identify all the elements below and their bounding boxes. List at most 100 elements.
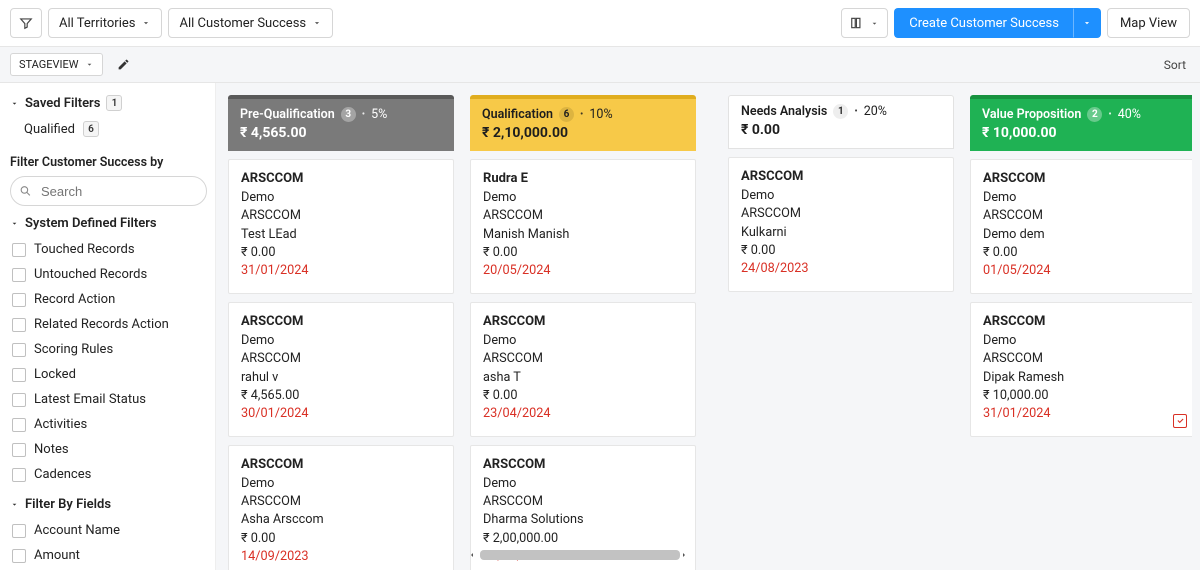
create-customer-success-caret[interactable] [1073, 8, 1101, 38]
card-sub1: Demo [483, 475, 683, 493]
column-header[interactable]: Needs Analysis1•20%₹ 0.00 [728, 95, 954, 149]
filter-checkbox-row[interactable]: Cadences [10, 462, 207, 487]
create-customer-success-label: Create Customer Success [909, 16, 1059, 31]
card-sub2: ARSCCOM [983, 207, 1183, 225]
kanban-column: Pre-Qualification3•5%₹ 4,565.00ARSCCOMDe… [228, 95, 454, 570]
kanban-card[interactable]: ARSCCOMDemoARSCCOMAsha Arsccom₹ 0.0014/0… [228, 445, 454, 570]
card-sub2: ARSCCOM [241, 207, 441, 225]
card-title: ARSCCOM [983, 170, 1183, 189]
columns-layout-button[interactable] [841, 8, 888, 38]
checkbox[interactable] [12, 393, 26, 407]
dot-separator: • [580, 109, 583, 120]
checkbox[interactable] [12, 524, 26, 538]
kanban-card[interactable]: Rudra EDemoARSCCOMManish Manish₹ 0.0020/… [470, 159, 696, 294]
filter-checkbox-row[interactable]: Record Action [10, 287, 207, 312]
kanban-column: Value Proposition2•40%₹ 10,000.00ARSCCOM… [970, 95, 1192, 570]
edit-stage-button[interactable] [111, 54, 136, 75]
checkbox[interactable] [12, 549, 26, 563]
filter-icon-button[interactable] [10, 8, 42, 38]
card-amount: ₹ 0.00 [241, 530, 441, 548]
sort-button[interactable]: Sort [1164, 58, 1190, 72]
kanban-board: Pre-Qualification3•5%₹ 4,565.00ARSCCOMDe… [216, 83, 1200, 570]
card-amount: ₹ 4,565.00 [241, 387, 441, 405]
filter-checkbox-row[interactable]: Untouched Records [10, 262, 207, 287]
card-sub1: Demo [483, 332, 683, 350]
saved-filter-qualified[interactable]: Qualified 6 [10, 117, 207, 147]
checkbox[interactable] [12, 443, 26, 457]
kanban-card[interactable]: ARSCCOMDemoARSCCOMasha T₹ 0.0023/04/2024 [470, 302, 696, 437]
checkbox[interactable] [12, 368, 26, 382]
card-sub1: Demo [241, 189, 441, 207]
checkbox[interactable] [12, 418, 26, 432]
card-sub2: ARSCCOM [983, 350, 1183, 368]
scroll-track[interactable] [480, 550, 676, 560]
column-body: Rudra EDemoARSCCOMManish Manish₹ 0.0020/… [470, 159, 696, 570]
kanban-card[interactable]: ARSCCOMDemoARSCCOMDemo dem₹ 0.0001/05/20… [970, 159, 1192, 294]
card-title: ARSCCOM [241, 313, 441, 332]
filter-checkbox-row[interactable]: Related Records Action [10, 312, 207, 337]
checkbox[interactable] [12, 343, 26, 357]
kanban-card[interactable]: ARSCCOMDemoARSCCOMDipak Ramesh₹ 10,000.0… [970, 302, 1192, 437]
column-header[interactable]: Qualification6•10%₹ 2,10,000.00 [470, 95, 696, 151]
chevron-down-icon [141, 18, 151, 28]
filter-checkbox-row[interactable]: Activities [10, 412, 207, 437]
card-name: Demo dem [983, 226, 1183, 244]
territories-dropdown[interactable]: All Territories [48, 8, 162, 38]
filter-checkbox-label: Locked [34, 367, 76, 382]
filter-checkbox-row[interactable]: Account Name [10, 518, 207, 543]
system-defined-filters-section[interactable]: System Defined Filters [10, 216, 207, 231]
map-view-button[interactable]: Map View [1107, 8, 1190, 38]
filter-checkbox-row[interactable]: Locked [10, 362, 207, 387]
card-amount: ₹ 0.00 [741, 242, 941, 260]
create-customer-success-button[interactable]: Create Customer Success [894, 8, 1073, 38]
card-date: 31/01/2024 [983, 405, 1183, 423]
checkbox[interactable] [12, 318, 26, 332]
kanban-card[interactable]: ARSCCOMDemoARSCCOMTest LEad₹ 0.0031/01/2… [228, 159, 454, 294]
card-sub1: Demo [241, 332, 441, 350]
horizontal-scrollbar[interactable] [466, 548, 690, 562]
filter-checkbox-label: Cadences [34, 467, 91, 482]
kanban-card[interactable]: ARSCCOMDemoARSCCOMKulkarni₹ 0.0024/08/20… [728, 157, 954, 292]
column-body: ARSCCOMDemoARSCCOMTest LEad₹ 0.0031/01/2… [228, 159, 454, 570]
column-amount: ₹ 10,000.00 [982, 125, 1184, 141]
filter-search-input[interactable] [10, 176, 207, 206]
column-body: ARSCCOMDemoARSCCOMKulkarni₹ 0.0024/08/20… [728, 157, 954, 292]
column-header[interactable]: Value Proposition2•40%₹ 10,000.00 [970, 95, 1192, 151]
card-date: 14/09/2023 [241, 548, 441, 566]
filter-checkbox-label: Notes [34, 442, 69, 457]
stageview-dropdown[interactable]: STAGEVIEW [10, 53, 103, 76]
card-flag-icon[interactable] [1173, 414, 1187, 428]
scroll-left-arrow[interactable] [466, 549, 478, 561]
checkbox[interactable] [12, 468, 26, 482]
card-date: 20/05/2024 [483, 262, 683, 280]
column-count: 1 [833, 104, 848, 119]
chevron-down-icon [10, 500, 19, 509]
checkbox[interactable] [12, 243, 26, 257]
scroll-thumb[interactable] [480, 550, 680, 560]
card-name: Dipak Ramesh [983, 369, 1183, 387]
funnel-icon [19, 16, 33, 30]
filter-sidebar: Saved Filters 1 Qualified 6 Filter Custo… [0, 83, 216, 570]
filter-checkbox-row[interactable]: Amount [10, 543, 207, 568]
saved-filters-label: Saved Filters [25, 96, 100, 111]
filter-checkbox-row[interactable]: Scoring Rules [10, 337, 207, 362]
column-percent: 40% [1118, 107, 1141, 122]
customer-success-dropdown[interactable]: All Customer Success [168, 8, 333, 38]
checkbox[interactable] [12, 293, 26, 307]
chevron-right-icon [680, 551, 688, 559]
chevron-down-icon [312, 18, 322, 28]
filter-checkbox-row[interactable]: Latest Email Status [10, 387, 207, 412]
filter-by-fields-section[interactable]: Filter By Fields [10, 497, 207, 512]
saved-filters-count: 1 [106, 95, 122, 111]
column-count: 2 [1087, 107, 1102, 122]
kanban-card[interactable]: ARSCCOMDemoARSCCOMrahul v₹ 4,565.0030/01… [228, 302, 454, 437]
filter-checkbox-row[interactable]: Touched Records [10, 237, 207, 262]
dot-separator: • [1108, 109, 1111, 120]
card-amount: ₹ 0.00 [483, 244, 683, 262]
card-sub1: Demo [741, 187, 941, 205]
card-sub2: ARSCCOM [483, 207, 683, 225]
column-header[interactable]: Pre-Qualification3•5%₹ 4,565.00 [228, 95, 454, 151]
checkbox[interactable] [12, 268, 26, 282]
saved-filters-section[interactable]: Saved Filters 1 [10, 95, 207, 111]
filter-checkbox-row[interactable]: Notes [10, 437, 207, 462]
